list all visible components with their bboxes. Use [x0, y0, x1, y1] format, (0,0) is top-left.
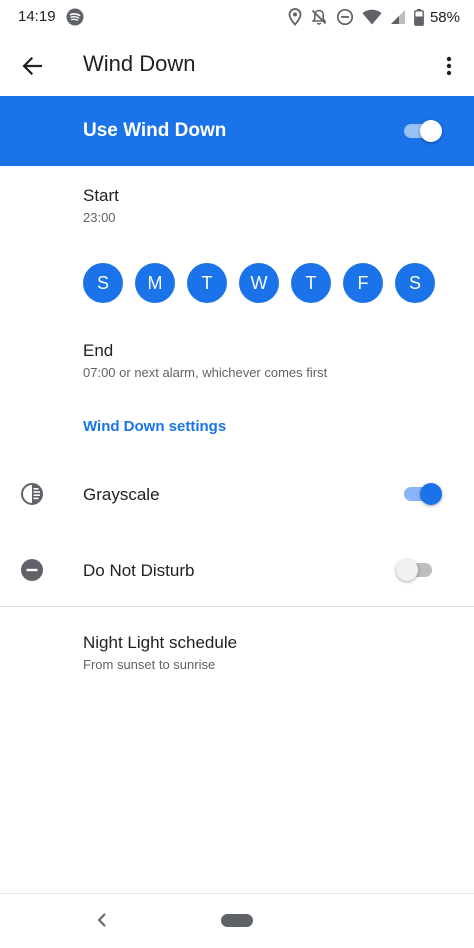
location-icon	[288, 8, 302, 26]
use-wind-down-toggle[interactable]	[402, 119, 442, 143]
grayscale-icon	[21, 483, 43, 505]
start-value: 23:00	[83, 210, 116, 225]
do-not-disturb-label: Do Not Disturb	[83, 561, 195, 580]
nav-home-pill[interactable]	[221, 914, 253, 927]
arrow-back-icon	[22, 56, 42, 76]
day-friday[interactable]: F	[343, 263, 383, 303]
do-not-disturb-toggle[interactable]	[396, 558, 436, 582]
day-monday[interactable]: M	[135, 263, 175, 303]
notifications-off-icon	[311, 9, 327, 25]
status-bar: 14:19 58%	[0, 0, 474, 34]
grayscale-label: Grayscale	[83, 485, 160, 504]
night-light-title: Night Light schedule	[83, 633, 238, 652]
more-options-button[interactable]	[434, 48, 464, 84]
night-light-subtitle: From sunset to sunrise	[83, 657, 216, 672]
spotify-icon	[66, 8, 84, 26]
cell-signal-icon	[390, 10, 405, 24]
wifi-icon	[362, 9, 382, 25]
end-value: 07:00 or next alarm, whichever comes fir…	[83, 365, 328, 380]
section-divider	[0, 606, 474, 607]
do-not-disturb-icon	[21, 559, 43, 581]
nav-back-icon[interactable]	[92, 910, 112, 930]
back-button[interactable]	[14, 48, 50, 84]
status-time: 14:19	[18, 8, 56, 25]
use-wind-down-switch-bar[interactable]: Use Wind Down	[0, 96, 474, 166]
app-bar: Wind Down	[0, 34, 474, 96]
day-wednesday[interactable]: W	[239, 263, 279, 303]
end-title: End	[83, 341, 114, 360]
status-icons: 58%	[288, 7, 460, 27]
dnd-status-icon	[336, 8, 354, 26]
moon-icon	[25, 642, 35, 662]
grayscale-toggle[interactable]	[402, 482, 442, 506]
day-sunday[interactable]: S	[83, 263, 123, 303]
day-thursday[interactable]: T	[291, 263, 331, 303]
page-title: Wind Down	[83, 51, 196, 76]
system-nav-bar	[0, 893, 474, 948]
start-title: Start	[83, 186, 119, 205]
day-tuesday[interactable]: T	[187, 263, 227, 303]
day-saturday[interactable]: S	[395, 263, 435, 303]
battery-icon	[414, 8, 424, 26]
use-wind-down-label: Use Wind Down	[83, 120, 227, 141]
wind-down-settings-link[interactable]: Wind Down settings	[83, 418, 226, 435]
battery-percent: 58%	[429, 8, 460, 26]
more-vert-icon	[446, 56, 452, 76]
day-selector: S M T W T F S	[83, 263, 435, 303]
